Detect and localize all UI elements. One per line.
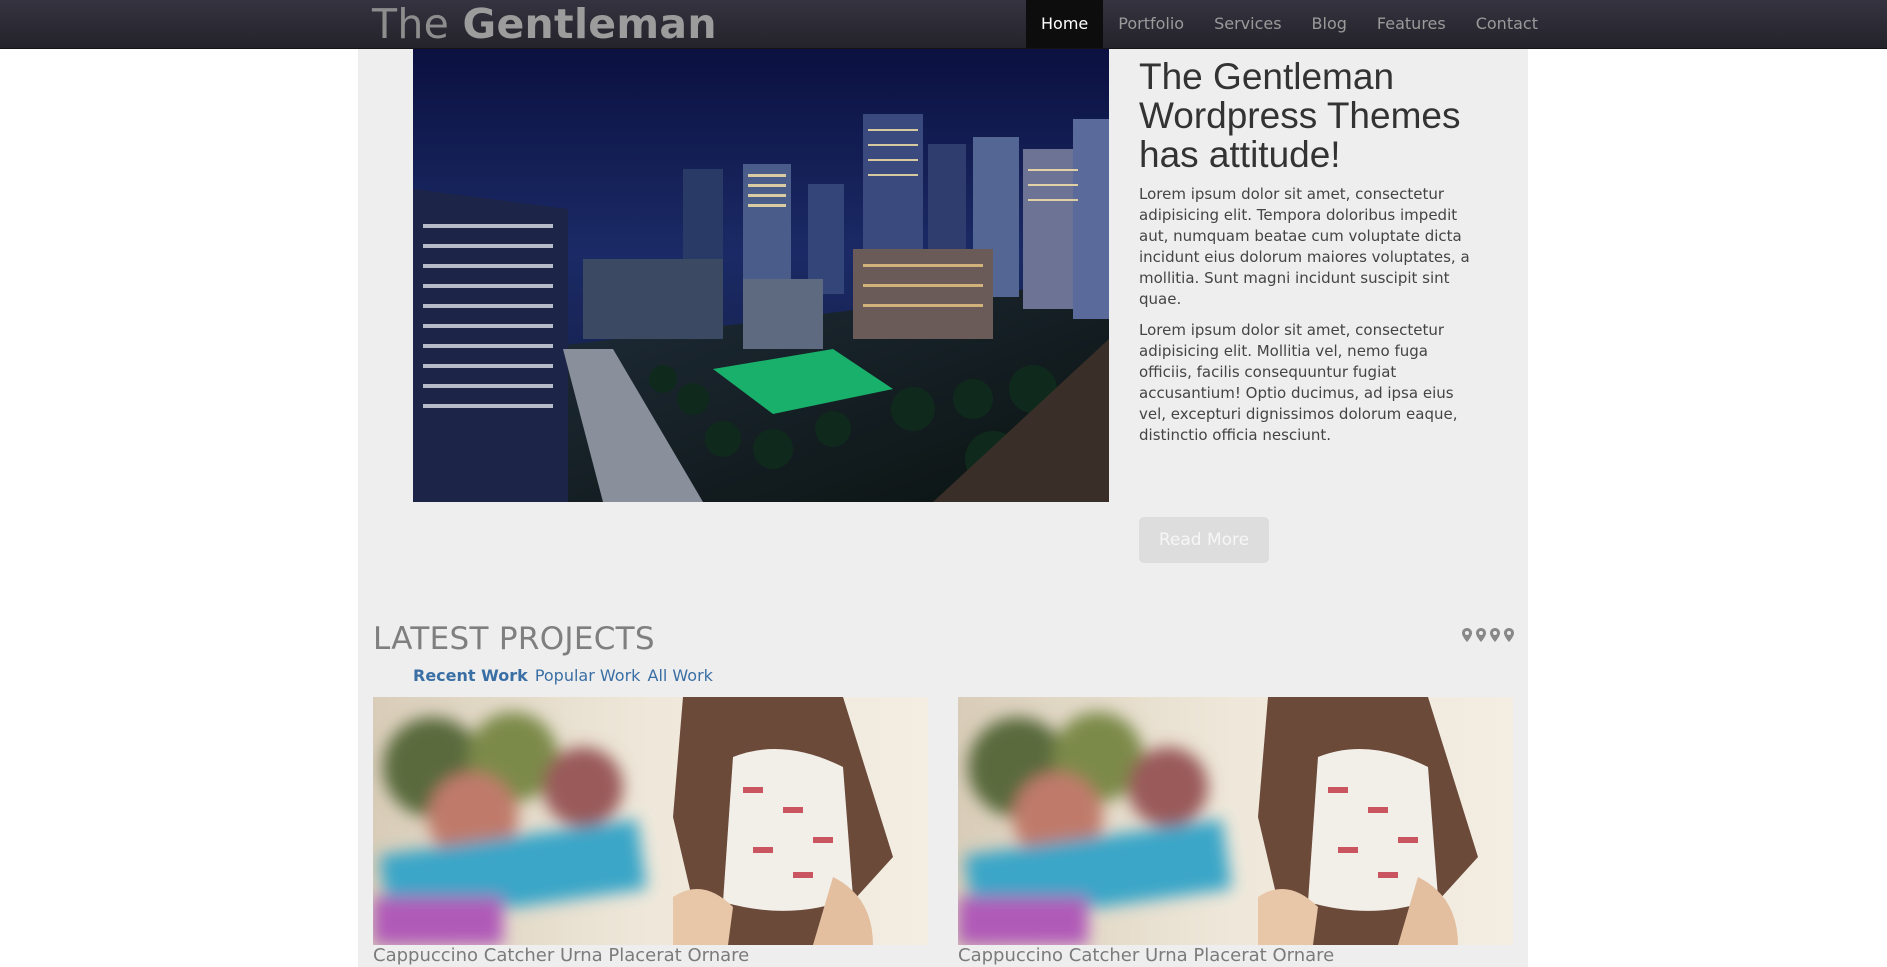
nav-item-home[interactable]: Home: [1026, 0, 1104, 48]
pager-dot-2-icon[interactable]: [1476, 627, 1486, 646]
nav-item-features[interactable]: Features: [1362, 0, 1461, 48]
main-content: The Gentleman Wordpress Themes has attit…: [358, 49, 1528, 967]
hero-text-block: The Gentleman Wordpress Themes has attit…: [1139, 57, 1479, 456]
filter-recent-work[interactable]: Recent Work: [413, 666, 528, 685]
brand-prefix: The: [372, 0, 450, 48]
filter-popular-work[interactable]: Popular Work: [535, 666, 641, 685]
project-title[interactable]: Cappuccino Catcher Urna Placerat Ornare: [373, 945, 928, 967]
brand-name: Gentleman: [462, 0, 717, 48]
projects-pager: [1462, 627, 1514, 646]
hero-paragraph-2: Lorem ipsum dolor sit amet, consectetur …: [1139, 321, 1458, 444]
project-filters: Recent Work Popular Work All Work: [413, 666, 715, 686]
pager-dot-3-icon[interactable]: [1490, 627, 1500, 646]
pager-dot-4-icon[interactable]: [1504, 627, 1514, 646]
project-thumbnail-image[interactable]: [958, 697, 1513, 945]
hero-city-image: [413, 49, 1109, 502]
hero-paragraph-1: Lorem ipsum dolor sit amet, consectetur …: [1139, 185, 1470, 308]
read-more-button[interactable]: Read More: [1139, 517, 1269, 563]
hero-title: The Gentleman Wordpress Themes has attit…: [1139, 56, 1461, 175]
top-navbar: The Gentleman Home Portfolio Services Bl…: [0, 0, 1887, 49]
project-title[interactable]: Cappuccino Catcher Urna Placerat Ornare: [958, 945, 1513, 967]
project-card[interactable]: Cappuccino Catcher Urna Placerat Ornare: [373, 697, 928, 967]
project-thumbnail-image[interactable]: [373, 697, 928, 945]
pager-dot-1-icon[interactable]: [1462, 627, 1472, 646]
nav-item-portfolio[interactable]: Portfolio: [1103, 0, 1199, 48]
project-card[interactable]: Cappuccino Catcher Urna Placerat Ornare: [958, 697, 1513, 967]
main-nav: Home Portfolio Services Blog Features Co…: [1026, 0, 1553, 48]
nav-item-contact[interactable]: Contact: [1461, 0, 1553, 48]
nav-item-services[interactable]: Services: [1199, 0, 1296, 48]
nav-item-blog[interactable]: Blog: [1297, 0, 1362, 48]
filter-all-work[interactable]: All Work: [648, 666, 713, 685]
site-logo[interactable]: The Gentleman: [372, 0, 717, 48]
latest-projects-title: LATEST PROJECTS: [373, 621, 655, 657]
